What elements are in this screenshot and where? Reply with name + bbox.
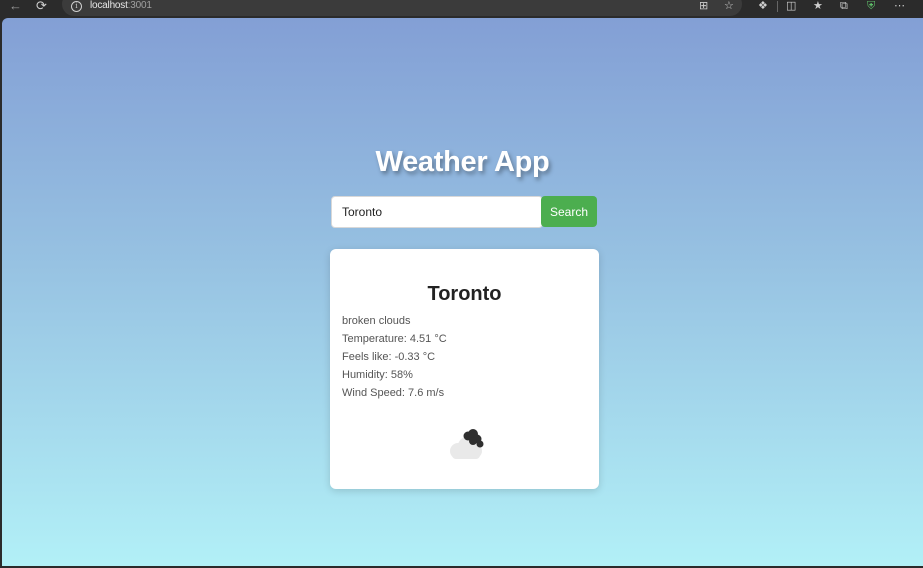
extensions-icon[interactable]: ❖ — [758, 0, 768, 13]
apps-icon[interactable]: ⊞ — [699, 0, 708, 13]
back-icon[interactable]: ← — [9, 0, 22, 13]
weather-description: broken clouds — [342, 315, 411, 327]
humidity-text: Humidity: 58% — [342, 369, 413, 381]
page-viewport: Weather App Search Toronto broken clouds… — [2, 18, 923, 566]
toolbar-divider — [777, 1, 778, 12]
temperature-text: Temperature: 4.51 °C — [342, 333, 447, 345]
more-icon[interactable]: ⋯ — [894, 0, 905, 13]
feels-like-text: Feels like: -0.33 °C — [342, 351, 436, 363]
search-button[interactable]: Search — [541, 196, 597, 227]
split-screen-icon[interactable]: ◫ — [786, 0, 796, 13]
url-host: localhost — [90, 0, 128, 11]
collections-icon[interactable]: ⧉ — [840, 0, 848, 13]
address-bar[interactable]: i localhost:3001 — [62, 0, 742, 16]
favorites-icon[interactable]: ★ — [813, 0, 823, 13]
city-search-input[interactable] — [331, 196, 543, 228]
info-icon[interactable]: i — [71, 1, 82, 12]
favorite-star-icon[interactable]: ☆ — [724, 0, 734, 13]
city-name: Toronto — [427, 283, 502, 305]
broken-clouds-icon — [450, 429, 484, 459]
url-port: :3001 — [127, 0, 152, 11]
browser-essentials-icon[interactable]: ⛨ — [867, 0, 875, 13]
url-text[interactable]: localhost:3001 — [90, 0, 152, 11]
reload-icon[interactable]: ⟳ — [36, 0, 47, 13]
wind-speed-text: Wind Speed: 7.6 m/s — [342, 387, 445, 399]
browser-toolbar: ← ⟳ i localhost:3001 ⊞ ☆ ❖ ◫ ★ ⧉ ⛨ ⋯ — [0, 0, 923, 18]
weather-card: Toronto broken clouds Temperature: 4.51 … — [330, 249, 599, 489]
app-title: Weather App — [375, 146, 550, 178]
